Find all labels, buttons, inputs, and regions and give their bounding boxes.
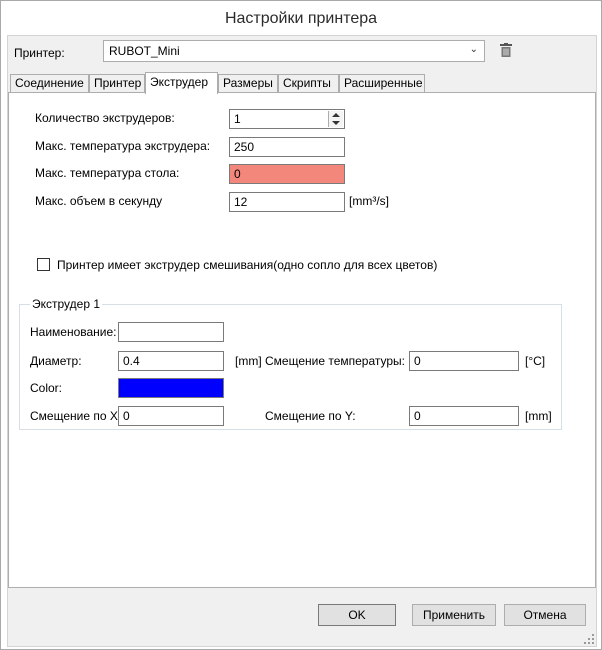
offset-x-field[interactable]: 0 bbox=[118, 406, 224, 426]
diameter-field[interactable]: 0.4 bbox=[118, 351, 224, 371]
printer-select[interactable]: RUBOT_Mini ⌄ bbox=[103, 40, 485, 62]
ok-button[interactable]: OK bbox=[318, 604, 396, 626]
name-field[interactable] bbox=[118, 322, 224, 342]
color-label: Color: bbox=[30, 381, 63, 395]
tab-scripts[interactable]: Скрипты bbox=[278, 74, 339, 92]
max-extruder-temp-field[interactable]: 250 bbox=[229, 137, 345, 157]
printer-settings-window: Настройки принтера Принтер: RUBOT_Mini ⌄… bbox=[0, 0, 602, 650]
window-title: Настройки принтера bbox=[224, 10, 378, 27]
diameter-unit: [mm] bbox=[235, 354, 262, 368]
extruder-count-label: Количество экструдеров: bbox=[35, 111, 175, 125]
mixing-extruder-checkbox[interactable] bbox=[37, 258, 50, 271]
offset-x-label: Смещение по X: bbox=[30, 409, 122, 423]
name-label: Наименование: bbox=[30, 325, 117, 339]
apply-button[interactable]: Применить bbox=[412, 604, 496, 626]
extruder-tab-panel: Количество экструдеров: 1 Макс. температ… bbox=[8, 92, 596, 588]
extruder-1-group: Экструдер 1 Наименование: Диаметр: 0.4 [… bbox=[19, 297, 562, 430]
extruder-count-value: 1 bbox=[234, 112, 241, 126]
max-volume-field[interactable]: 12 bbox=[229, 192, 345, 212]
tab-connection[interactable]: Соединение bbox=[10, 74, 89, 92]
tab-advanced[interactable]: Расширенные bbox=[339, 74, 425, 92]
temp-offset-field[interactable]: 0 bbox=[409, 351, 519, 371]
cancel-button[interactable]: Отмена bbox=[504, 604, 586, 626]
offset-y-label: Смещение по Y: bbox=[265, 409, 356, 423]
tab-dimensions[interactable]: Размеры bbox=[218, 74, 278, 92]
max-volume-label: Макс. объем в секунду bbox=[35, 194, 163, 208]
extruder-count-stepper[interactable]: 1 bbox=[229, 109, 345, 129]
dialog-body: Принтер: RUBOT_Mini ⌄ Соединение Принтер… bbox=[7, 35, 597, 647]
max-extruder-temp-label: Макс. температура экструдера: bbox=[35, 139, 211, 153]
temp-offset-unit: [°C] bbox=[525, 354, 546, 368]
spinner-icon[interactable] bbox=[328, 111, 343, 127]
max-bed-temp-field[interactable]: 0 bbox=[229, 164, 345, 184]
mixing-extruder-label: Принтер имеет экструдер смешивания(одно … bbox=[57, 258, 438, 272]
tab-strip: Соединение Принтер Экструдер Размеры Скр… bbox=[8, 72, 596, 94]
temp-offset-label: Смещение температуры: bbox=[265, 354, 406, 368]
color-swatch[interactable] bbox=[118, 378, 224, 398]
offset-y-unit: [mm] bbox=[525, 409, 552, 423]
volume-unit: [mm³/s] bbox=[349, 194, 389, 208]
printer-label: Принтер: bbox=[14, 46, 65, 60]
extruder-1-title: Экструдер 1 bbox=[30, 297, 103, 311]
printer-select-value: RUBOT_Mini bbox=[109, 44, 180, 58]
resize-grip-icon[interactable] bbox=[584, 634, 594, 644]
trash-icon[interactable] bbox=[500, 43, 512, 57]
offset-y-field[interactable]: 0 bbox=[409, 406, 519, 426]
tab-extruder[interactable]: Экструдер bbox=[145, 72, 218, 94]
chevron-down-icon[interactable]: ⌄ bbox=[470, 43, 478, 57]
max-bed-temp-label: Макс. температура стола: bbox=[35, 166, 180, 180]
tab-printer[interactable]: Принтер bbox=[89, 74, 145, 92]
diameter-label: Диаметр: bbox=[30, 354, 82, 368]
